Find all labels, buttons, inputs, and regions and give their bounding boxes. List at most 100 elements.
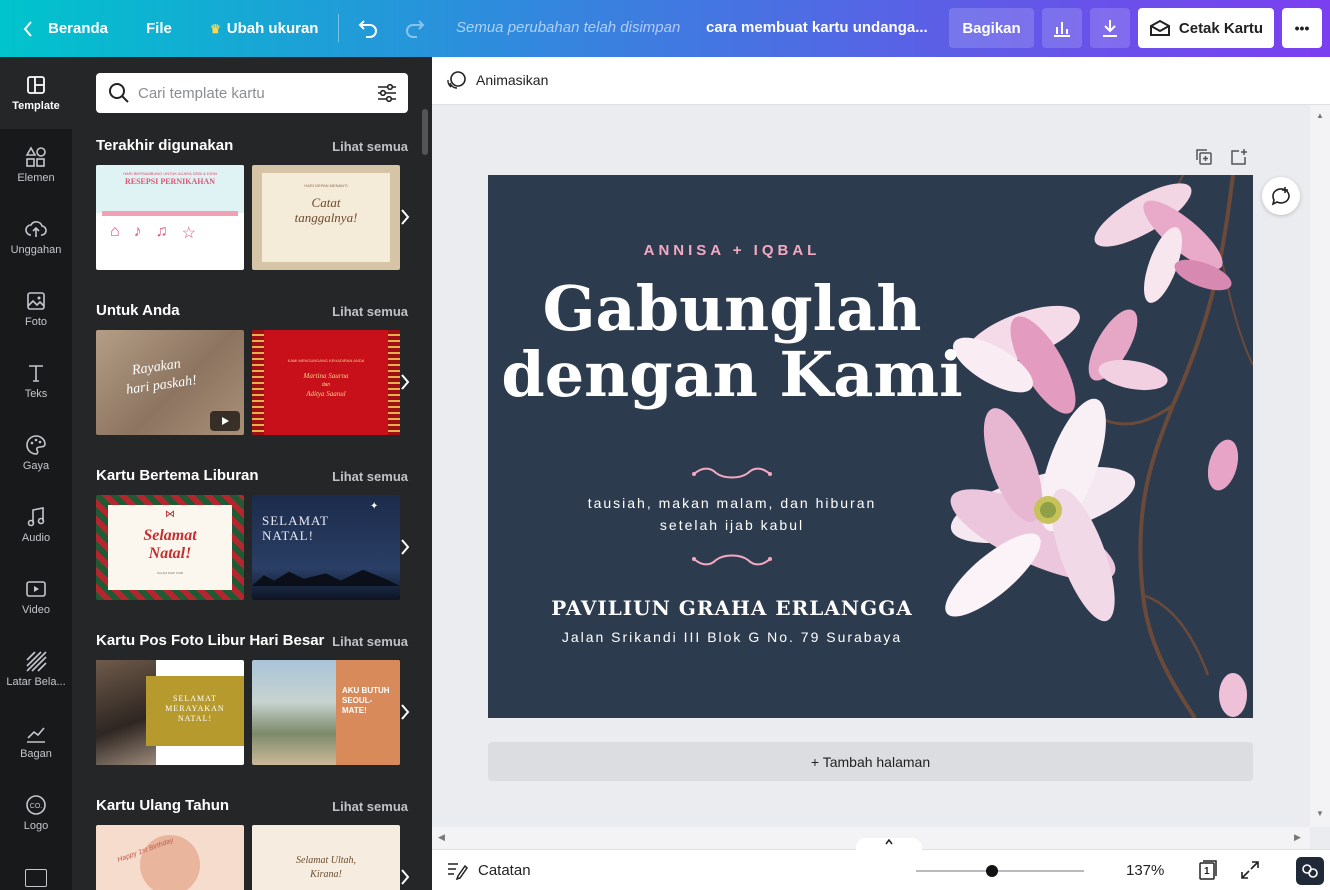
template-thumbnail[interactable]: HARI BERSAMBUNG UNTUK ACARA DEBI & DION … <box>96 165 244 270</box>
section-title: Untuk Anda <box>96 302 180 319</box>
panel-scrollbar[interactable] <box>422 109 428 155</box>
fullscreen-button[interactable] <box>1240 860 1260 885</box>
bottom-bar: Catatan 137% 1 <box>432 838 1330 890</box>
see-all-link[interactable]: Lihat semua <box>332 469 408 484</box>
thumb-caption: NATAL! <box>177 714 213 723</box>
invitation-card[interactable]: ANNISA + IQBAL Gabunglah dengan Kami tau… <box>488 175 1253 718</box>
filter-sliders-icon[interactable] <box>376 82 398 104</box>
scroll-right-arrow[interactable]: ▶ <box>1294 832 1301 843</box>
template-thumbnail[interactable]: SELAMAT NATAL! ✦ <box>252 495 400 600</box>
see-all-link[interactable]: Lihat semua <box>332 799 408 814</box>
help-widget-button[interactable] <box>1296 857 1324 885</box>
notes-button[interactable]: Catatan <box>446 860 531 880</box>
notes-label: Catatan <box>478 861 531 879</box>
section-title: Kartu Bertema Liburan <box>96 467 259 484</box>
template-icon <box>27 76 45 94</box>
redo-button[interactable] <box>403 16 427 45</box>
add-page-button[interactable]: + Tambah halaman <box>488 742 1253 781</box>
chevron-right-icon[interactable] <box>398 207 412 227</box>
download-icon <box>1103 20 1117 37</box>
file-menu-button[interactable]: File <box>146 0 172 57</box>
template-thumbnail[interactable]: SELAMAT MERAYAKAN NATAL! <box>96 660 244 765</box>
download-button[interactable] <box>1090 8 1130 48</box>
card-venue[interactable]: PAVILIUN GRAHA ERLANGGA <box>512 596 952 620</box>
rail-item-text[interactable]: Teks <box>0 345 72 417</box>
resize-button[interactable]: ♛ Ubah ukuran <box>210 0 318 57</box>
template-thumbnail[interactable]: AKU BUTUH SEOUL- MATE! <box>252 660 400 765</box>
thumb-caption: Natal! <box>148 545 192 562</box>
zoom-slider[interactable] <box>916 865 1084 877</box>
template-thumbnail[interactable]: Selamat Ultah, Kirana! <box>252 825 400 890</box>
more-options-button[interactable]: ••• <box>1282 8 1322 48</box>
duplicate-icon <box>1196 149 1212 165</box>
rail-item-charts[interactable]: Bagan <box>0 705 72 777</box>
rail-item-logo[interactable]: CO. Logo <box>0 777 72 849</box>
rail-item-template[interactable]: Template <box>0 57 72 129</box>
card-headline-line2[interactable]: dengan Kami <box>488 341 976 409</box>
print-card-button[interactable]: Cetak Kartu <box>1138 8 1274 48</box>
home-button[interactable]: Beranda <box>22 0 108 57</box>
duplicate-page-button[interactable] <box>1194 147 1214 172</box>
card-address[interactable]: Jalan Srikandi III Blok G No. 79 Surabay… <box>512 629 952 645</box>
add-page-label: + Tambah halaman <box>810 753 931 770</box>
rail-label: Latar Bela... <box>6 676 66 688</box>
scroll-left-arrow[interactable]: ◀ <box>438 832 445 843</box>
see-all-link[interactable]: Lihat semua <box>332 139 408 154</box>
thumb-caption: MATE! <box>342 706 367 715</box>
rail-label: Gaya <box>22 460 50 472</box>
scroll-down-arrow[interactable]: ▼ <box>1316 809 1324 818</box>
zoom-level[interactable]: 137% <box>1126 862 1164 879</box>
template-thumbnail[interactable]: Rayakan hari paskah! <box>96 330 244 435</box>
rail-item-backgrounds[interactable]: Latar Bela... <box>0 633 72 705</box>
rail-item-uploads[interactable]: Unggahan <box>0 201 72 273</box>
comment-plus-icon <box>1271 187 1290 206</box>
chevron-right-icon[interactable] <box>398 702 412 722</box>
template-thumbnail[interactable]: HARI DEPAN MENANTI Catat tanggalnya! <box>252 165 400 270</box>
share-button[interactable]: Bagikan <box>949 8 1034 48</box>
folder-icon[interactable] <box>25 869 47 887</box>
see-all-link[interactable]: Lihat semua <box>332 304 408 319</box>
link-chain-icon <box>1302 864 1318 878</box>
add-comment-button[interactable] <box>1262 177 1300 215</box>
thumb-caption: tanggalnya! <box>294 210 358 225</box>
card-description-line1[interactable]: tausiah, makan malam, dan hiburan <box>532 495 932 511</box>
rail-item-audio[interactable]: Audio <box>0 489 72 561</box>
undo-button[interactable] <box>356 16 380 45</box>
rail-label: Elemen <box>17 172 55 184</box>
redo-icon <box>406 20 425 38</box>
see-all-link[interactable]: Lihat semua <box>332 634 408 649</box>
couple-names[interactable]: ANNISA + IQBAL <box>532 242 932 259</box>
thumb-caption: SELAMAT <box>173 694 217 703</box>
chevron-right-icon[interactable] <box>398 372 412 392</box>
page-count-button[interactable]: 1 <box>1198 859 1218 881</box>
zoom-slider-knob[interactable] <box>986 865 998 877</box>
card-description-line2[interactable]: setelah ijab kabul <box>532 517 932 533</box>
template-search-input[interactable] <box>138 84 376 102</box>
scroll-up-arrow[interactable]: ▲ <box>1316 111 1324 120</box>
save-status: Semua perubahan telah disimpan <box>456 19 681 36</box>
rail-item-video[interactable]: Video <box>0 561 72 633</box>
side-rail: Template Elemen Unggahan Foto Teks Gaya … <box>0 57 72 890</box>
more-icon: ••• <box>1294 20 1310 36</box>
crown-icon: ♛ <box>210 21 221 36</box>
template-thumbnail[interactable]: Happy 1st Birthday <box>96 825 244 890</box>
template-thumbnail[interactable]: KAMI MENGUNDANG KEHADIRAN ANDA Martina S… <box>252 330 400 435</box>
rail-item-elements[interactable]: Elemen <box>0 129 72 201</box>
animate-button[interactable]: Animasikan <box>446 69 548 91</box>
vertical-scrollbar[interactable]: ▲ ▼ <box>1310 105 1330 827</box>
text-icon <box>29 365 43 382</box>
insights-button[interactable] <box>1042 8 1082 48</box>
card-headline-line1[interactable]: Gabunglah <box>488 275 976 343</box>
chevron-right-icon[interactable] <box>398 867 412 887</box>
template-thumbnail[interactable]: ⋈ Selamat Natal! SALAM DARI KAMI <box>96 495 244 600</box>
expand-pages-tab[interactable] <box>856 838 922 851</box>
rail-label: Logo <box>23 820 49 832</box>
print-card-label: Cetak Kartu <box>1178 19 1264 37</box>
document-title[interactable]: cara membuat kartu undanga... <box>706 19 928 36</box>
add-page-icon-button[interactable] <box>1229 147 1249 172</box>
chevron-right-icon[interactable] <box>398 537 412 557</box>
rail-item-styles[interactable]: Gaya <box>0 417 72 489</box>
thumb-caption: Martina Saurna <box>303 372 349 380</box>
rail-label: Bagan <box>20 748 52 760</box>
rail-item-photos[interactable]: Foto <box>0 273 72 345</box>
